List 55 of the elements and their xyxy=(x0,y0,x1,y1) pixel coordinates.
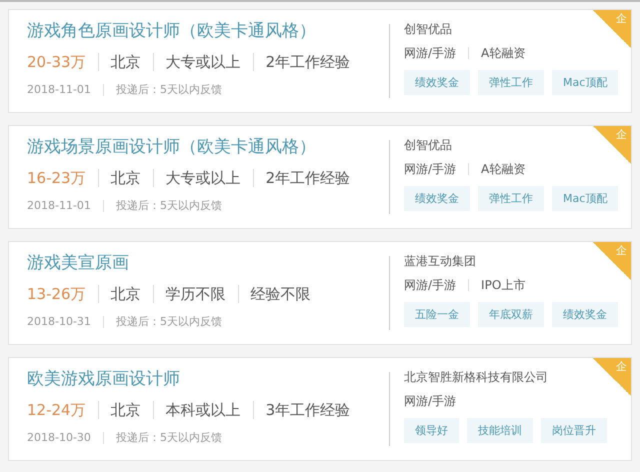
requirement: 大专或以上 xyxy=(166,52,241,72)
benefit-tag: Mac顶配 xyxy=(552,70,618,95)
job-card[interactable]: 游戏场景原画设计师（欧美卡通风格） 16-23万 北京 大专或以上 2年工作经验 2018-11-01 投递后：5天以内反馈 创智优品 网游/手游 A轮融资 绩效奖金 弹性工作 Mac顶配 企 xyxy=(8,125,632,229)
benefit-tag: 五险一金 xyxy=(404,302,470,327)
company-info: 网游/手游 xyxy=(404,161,456,178)
salary: 13-26万 xyxy=(27,284,86,304)
corner-badge: 企 xyxy=(593,358,631,396)
requirement: 北京 xyxy=(110,284,141,304)
corner-badge: 企 xyxy=(593,126,631,164)
requirement: 经验不限 xyxy=(250,284,311,304)
requirement: 北京 xyxy=(110,52,141,72)
benefit-tag: 年底双薪 xyxy=(478,302,544,327)
requirement: 2年工作经验 xyxy=(266,52,350,72)
benefit-tag: 绩效奖金 xyxy=(404,186,470,211)
job-card[interactable]: 欧美游戏原画设计师 12-24万 北京 本科或以上 3年工作经验 2018-10-30 投递后：5天以内反馈 北京智胜新格科技有限公司 网游/手游 领导好 技能培训 岗位晋升 企 xyxy=(8,357,632,461)
company-info: IPO上市 xyxy=(481,277,526,294)
corner-badge: 企 xyxy=(593,10,631,48)
benefit-tag: 弹性工作 xyxy=(478,70,544,95)
benefit-tag: 岗位晋升 xyxy=(541,418,607,443)
feedback-note: 投递后：5天以内反馈 xyxy=(116,82,222,97)
requirement: 3年工作经验 xyxy=(266,400,350,420)
company-name: 蓝港互动集团 xyxy=(404,253,477,270)
post-date: 2018-10-31 xyxy=(27,315,91,328)
requirement: 大专或以上 xyxy=(166,168,241,188)
requirement: 2年工作经验 xyxy=(266,168,350,188)
job-card[interactable]: 游戏美宣原画 13-26万 北京 学历不限 经验不限 2018-10-31 投递后：5天以内反馈 蓝港互动集团 网游/手游 IPO上市 五险一金 年底双薪 绩效奖金 企 xyxy=(8,241,632,345)
company-name: 创智优品 xyxy=(404,137,453,154)
company-info: A轮融资 xyxy=(481,45,526,62)
feedback-note: 投递后：5天以内反馈 xyxy=(116,198,222,213)
company-info: 网游/手游 xyxy=(404,393,456,410)
salary: 12-24万 xyxy=(27,400,86,420)
company-info: 网游/手游 xyxy=(404,277,456,294)
requirement: 北京 xyxy=(110,168,141,188)
benefit-tag: 绩效奖金 xyxy=(552,302,618,327)
company-name: 创智优品 xyxy=(404,21,453,38)
benefit-tag: 弹性工作 xyxy=(478,186,544,211)
post-date: 2018-11-01 xyxy=(27,199,91,212)
benefit-tag: Mac顶配 xyxy=(552,186,618,211)
feedback-note: 投递后：5天以内反馈 xyxy=(116,430,222,445)
benefit-tag: 技能培训 xyxy=(467,418,533,443)
benefit-tag: 绩效奖金 xyxy=(404,70,470,95)
requirement: 本科或以上 xyxy=(166,400,241,420)
requirement: 北京 xyxy=(110,400,141,420)
salary: 16-23万 xyxy=(27,168,86,188)
requirement: 学历不限 xyxy=(166,284,226,304)
company-info: A轮融资 xyxy=(481,161,526,178)
corner-badge: 企 xyxy=(593,242,631,280)
post-date: 2018-11-01 xyxy=(27,83,91,96)
feedback-note: 投递后：5天以内反馈 xyxy=(116,314,222,329)
company-name: 北京智胜新格科技有限公司 xyxy=(404,369,549,386)
benefit-tag: 领导好 xyxy=(404,418,459,443)
salary: 20-33万 xyxy=(27,52,86,72)
post-date: 2018-10-30 xyxy=(27,431,91,444)
company-info: 网游/手游 xyxy=(404,45,456,62)
job-card[interactable]: 游戏角色原画设计师（欧美卡通风格） 20-33万 北京 大专或以上 2年工作经验 2018-11-01 投递后：5天以内反馈 创智优品 网游/手游 A轮融资 绩效奖金 弹性工作 Mac顶配 企 xyxy=(8,9,632,113)
